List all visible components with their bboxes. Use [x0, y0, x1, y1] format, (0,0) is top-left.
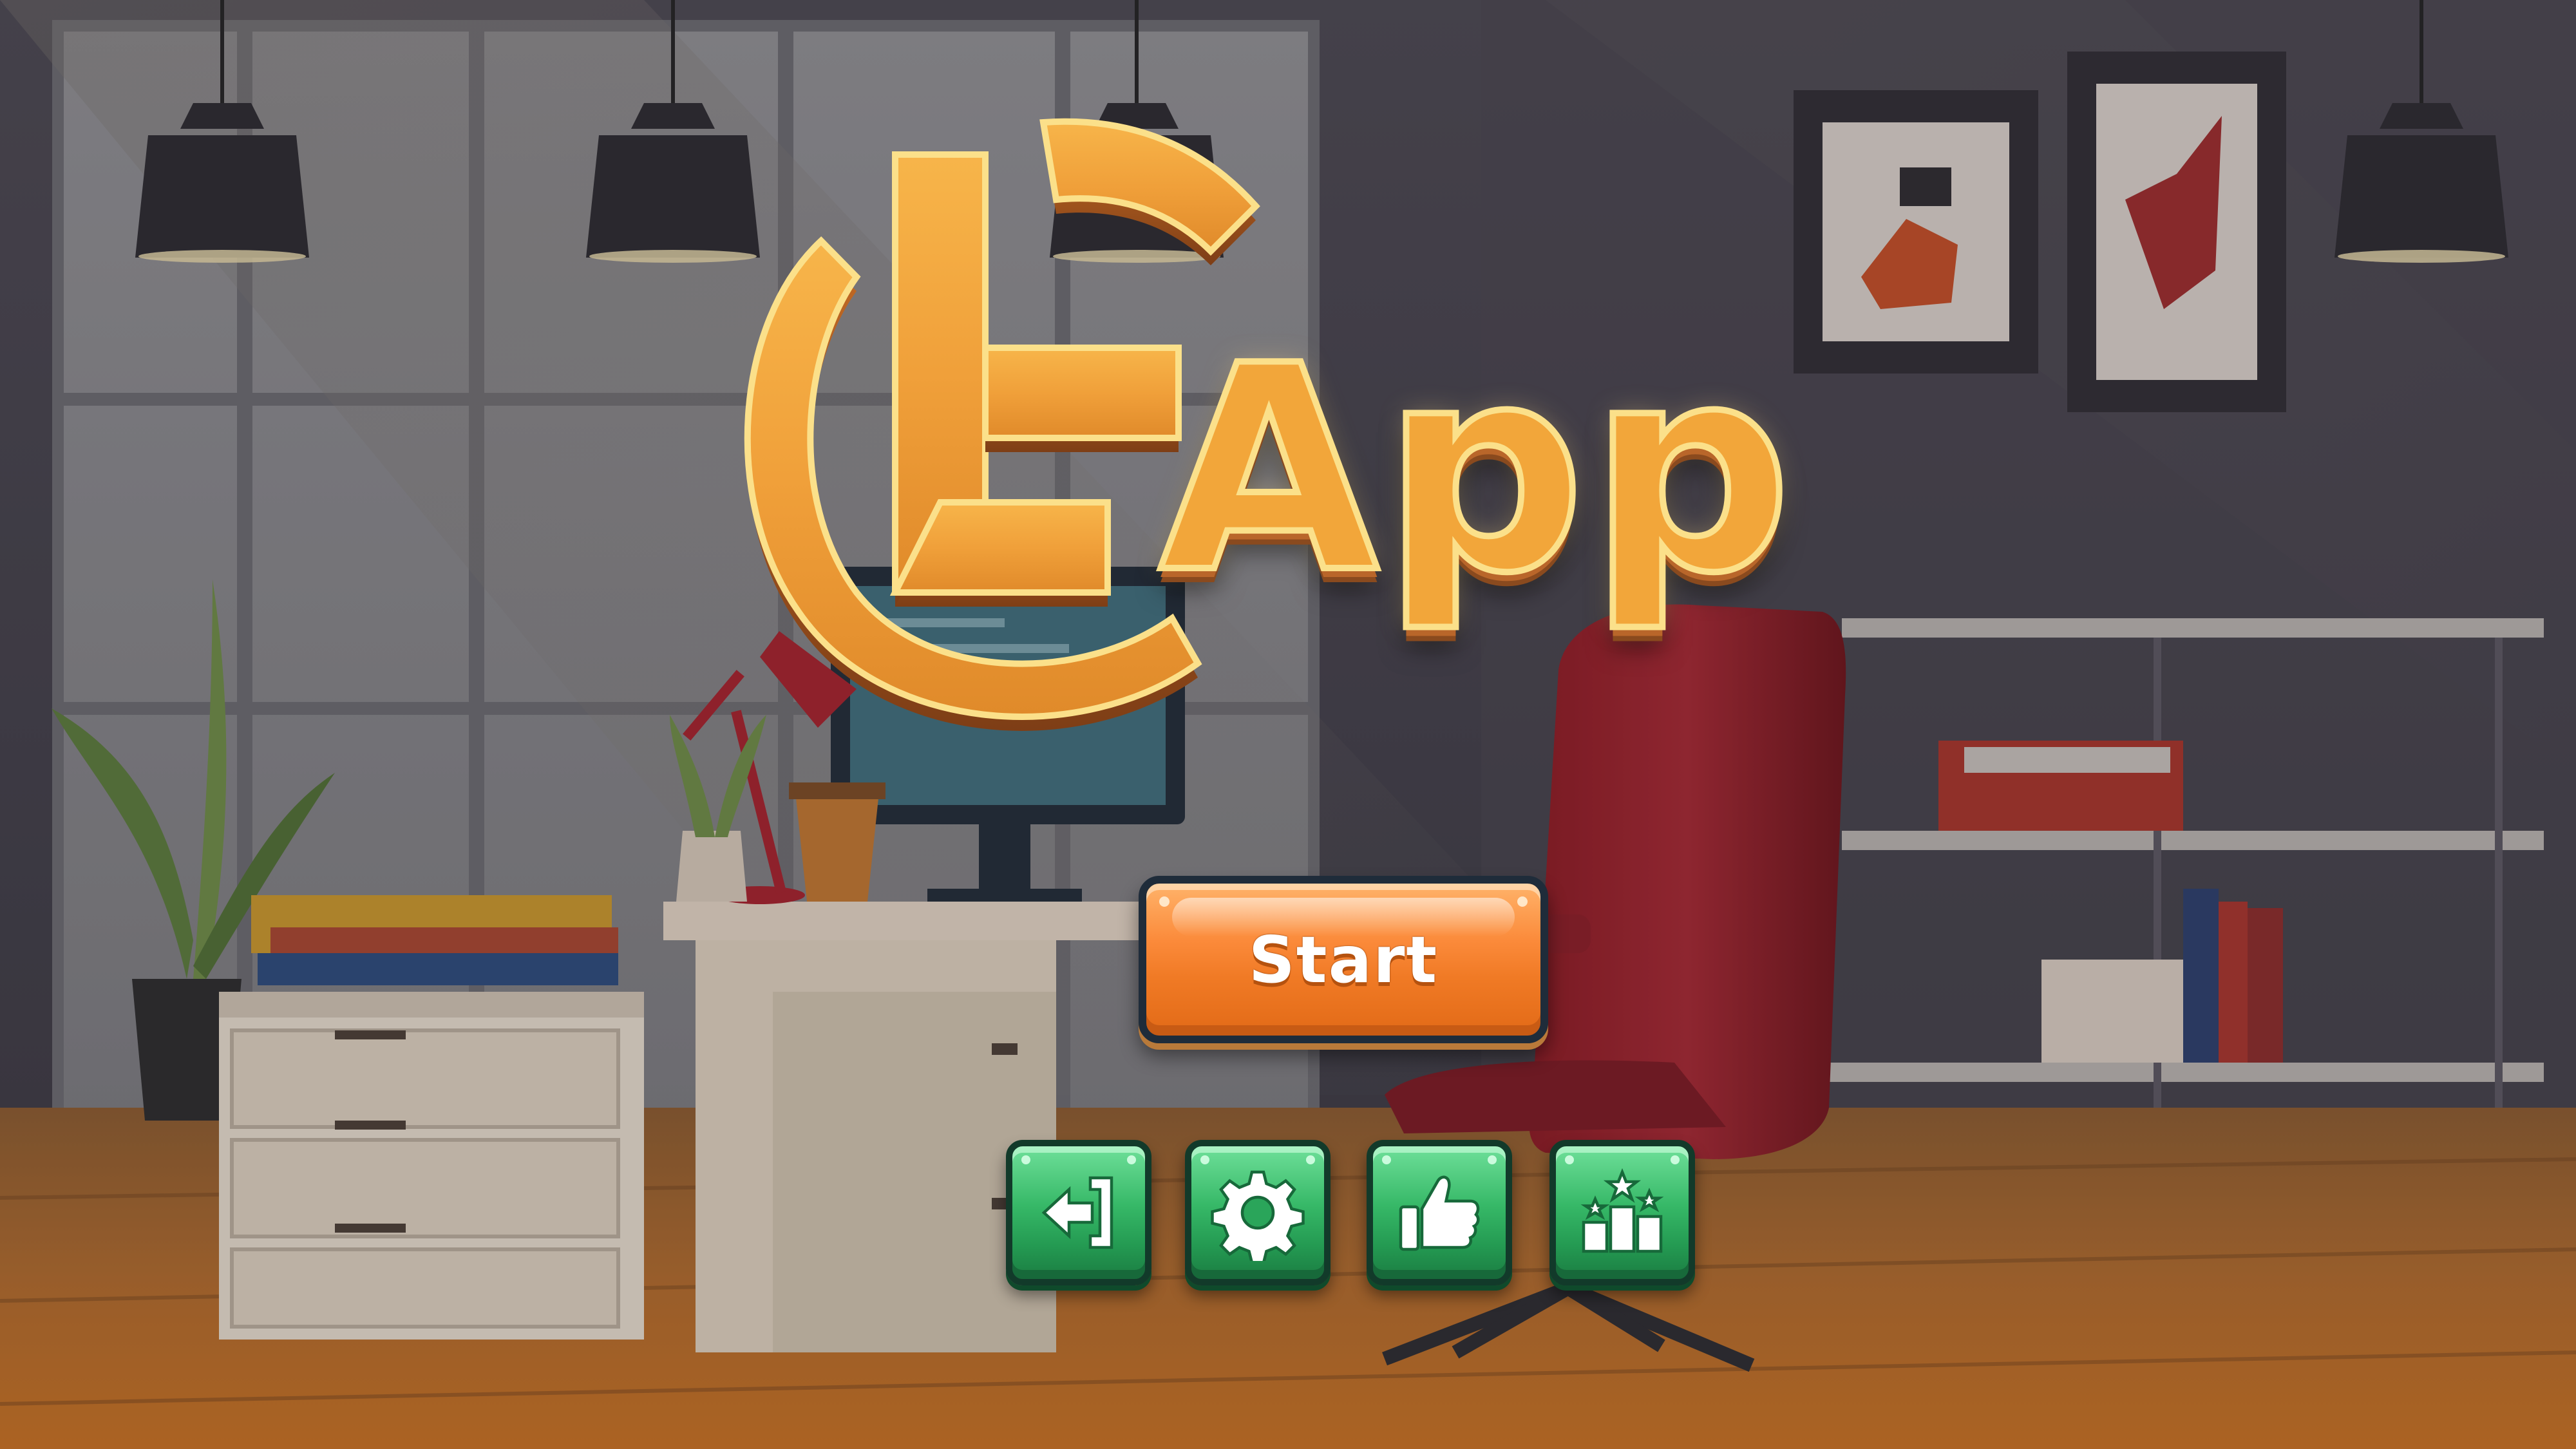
button-rivet [1565, 1155, 1574, 1164]
button-rivet [1200, 1155, 1209, 1164]
leaderboard-icon [1580, 1168, 1664, 1253]
gear-icon [1211, 1170, 1305, 1261]
button-rivet [1306, 1155, 1315, 1164]
exit-button[interactable] [1006, 1140, 1151, 1285]
start-button-label: Start [1248, 922, 1439, 998]
exit-icon [1041, 1176, 1113, 1249]
leaderboard-button[interactable] [1549, 1140, 1695, 1285]
game-logo: App [696, 103, 1919, 773]
thumbs-up-icon [1399, 1175, 1480, 1251]
button-rivet [1382, 1155, 1391, 1164]
settings-button[interactable] [1185, 1140, 1331, 1285]
rate-button[interactable] [1367, 1140, 1512, 1285]
start-button[interactable]: Start [1139, 876, 1548, 1043]
button-rivet [1671, 1155, 1680, 1164]
button-rivet [1159, 896, 1170, 907]
button-rivet [1127, 1155, 1136, 1164]
button-rivet [1517, 896, 1528, 907]
button-rivet [1021, 1155, 1030, 1164]
button-rivet [1488, 1155, 1497, 1164]
game-title: App [1156, 305, 1796, 635]
